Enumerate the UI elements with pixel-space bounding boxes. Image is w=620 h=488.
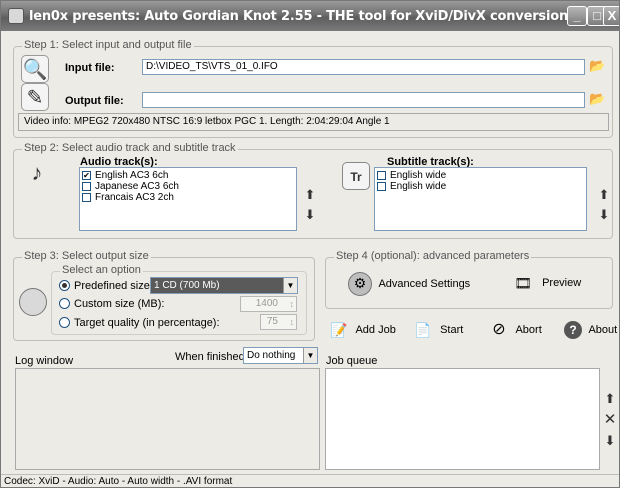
job-queue-label: Job queue (326, 355, 378, 367)
help-icon: ? (564, 321, 582, 340)
target-quality-label: Target quality (in percentage): (74, 317, 220, 329)
when-finished-value: Do nothing (247, 350, 296, 361)
option-legend: Select an option (60, 264, 143, 276)
predefined-size-radio[interactable] (59, 280, 70, 291)
audio-move-up-icon[interactable]: ⬆ (303, 187, 317, 203)
about-label: About (588, 324, 618, 336)
abort-button[interactable]: ⊘ Abort (489, 319, 542, 341)
status-bar: Codec: XviD - Audio: Auto - Auto width -… (1, 474, 619, 487)
subtitle-track-label: English wide (390, 170, 447, 181)
subtitle-move-up-icon[interactable]: ⬆ (597, 187, 611, 203)
pencil-document-icon: ✎ (21, 83, 49, 111)
audio-track-label: English AC3 6ch (95, 170, 169, 181)
start-button[interactable]: 📄 Start (413, 319, 463, 341)
gear-icon: ⚙ (348, 272, 372, 296)
subtitle-track-list: English wide English wide (374, 167, 587, 231)
subtitle-text-icon: Tr (342, 162, 370, 190)
audio-track-checkbox[interactable] (82, 182, 91, 191)
close-button[interactable]: X (603, 6, 619, 26)
audio-track-item[interactable]: Francais AC3 2ch (80, 192, 296, 203)
app-icon[interactable] (8, 8, 24, 24)
speaker-icon: ♪ (31, 160, 43, 185)
target-quality-spinner[interactable]: 75 (260, 314, 297, 330)
start-label: Start (440, 324, 464, 336)
window-title: len0x presents: Auto Gordian Knot 2.55 -… (29, 9, 573, 24)
audio-track-label: Japanese AC3 6ch (95, 181, 179, 192)
subtitle-move-down-icon[interactable]: ⬇ (597, 207, 611, 223)
input-file-field[interactable]: D:\VIDEO_TS\VTS_01_0.IFO (142, 59, 585, 75)
custom-size-radio[interactable] (59, 298, 70, 309)
subtitle-track-checkbox[interactable] (377, 182, 386, 191)
queue-remove-icon[interactable]: ✕ (603, 412, 617, 428)
film-reel-icon: 🎞 (514, 275, 532, 292)
log-window[interactable] (15, 368, 320, 470)
browse-input-folder-icon[interactable]: 📂 (589, 59, 605, 73)
queue-move-up-icon[interactable]: ⬆ (603, 391, 617, 407)
step4-legend: Step 4 (optional): advanced parameters (334, 250, 532, 262)
job-queue-list[interactable] (325, 368, 600, 470)
when-finished-label: When finished: (175, 351, 248, 363)
predefined-size-select[interactable]: 1 CD (700 Mb) ▼ (150, 277, 298, 294)
custom-size-label: Custom size (MB): (74, 298, 165, 310)
audio-track-label: Francais AC3 2ch (95, 192, 174, 203)
abort-label: Abort (515, 324, 542, 336)
audio-track-list: ✔ English AC3 6ch Japanese AC3 6ch Franc… (79, 167, 297, 231)
subtitle-track-item[interactable]: English wide (375, 170, 586, 181)
browse-output-folder-icon[interactable]: 📂 (589, 92, 605, 106)
audio-track-item[interactable]: ✔ English AC3 6ch (80, 170, 296, 181)
step2-legend: Step 2: Select audio track and subtitle … (22, 142, 238, 154)
about-button[interactable]: ? About (564, 319, 617, 341)
target-quality-radio[interactable] (59, 317, 70, 328)
advanced-settings-label: Advanced Settings (378, 277, 471, 290)
audio-move-down-icon[interactable]: ⬇ (303, 207, 317, 223)
custom-size-spinner[interactable]: 1400 (240, 296, 297, 312)
log-window-label: Log window (15, 355, 74, 367)
queue-move-down-icon[interactable]: ⬇ (603, 433, 617, 449)
subtitle-track-item[interactable]: English wide (375, 181, 586, 192)
main-window: len0x presents: Auto Gordian Knot 2.55 -… (0, 0, 620, 488)
output-file-label: Output file: (65, 95, 124, 107)
predefined-size-value: 1 CD (700 Mb) (154, 280, 220, 291)
title-bar[interactable]: len0x presents: Auto Gordian Knot 2.55 -… (1, 1, 619, 31)
step3-legend: Step 3: Select output size (22, 250, 151, 262)
magnifier-document-icon: 🔍 (21, 55, 49, 83)
start-icon: 📄 (414, 322, 432, 339)
output-file-field[interactable] (142, 92, 585, 108)
subtitle-track-label: English wide (390, 181, 447, 192)
chevron-down-icon[interactable]: ▼ (283, 278, 297, 293)
add-job-button[interactable]: 📝 Add Job (329, 319, 396, 341)
advanced-settings-button[interactable]: ⚙ Advanced Settings (348, 272, 471, 296)
predefined-size-label: Predefined size: (74, 280, 153, 292)
no-entry-icon: ⊘ (492, 321, 506, 339)
audio-track-checkbox[interactable]: ✔ (82, 171, 91, 180)
disc-icon (19, 288, 47, 316)
audio-track-checkbox[interactable] (82, 193, 91, 202)
add-job-label: Add Job (355, 324, 396, 336)
step1-legend: Step 1: Select input and output file (22, 39, 194, 51)
when-finished-select[interactable]: Do nothing ▼ (243, 347, 318, 364)
subtitle-track-checkbox[interactable] (377, 171, 386, 180)
preview-label: Preview (542, 277, 582, 289)
audio-track-item[interactable]: Japanese AC3 6ch (80, 181, 296, 192)
video-info: Video info: MPEG2 720x480 NTSC 16:9 letb… (18, 113, 609, 131)
chevron-down-icon[interactable]: ▼ (303, 348, 317, 363)
minimize-button[interactable]: _ (567, 6, 587, 26)
input-file-label: Input file: (65, 62, 115, 74)
add-job-icon: 📝 (330, 322, 348, 339)
preview-button[interactable]: 🎞 Preview (511, 272, 581, 294)
